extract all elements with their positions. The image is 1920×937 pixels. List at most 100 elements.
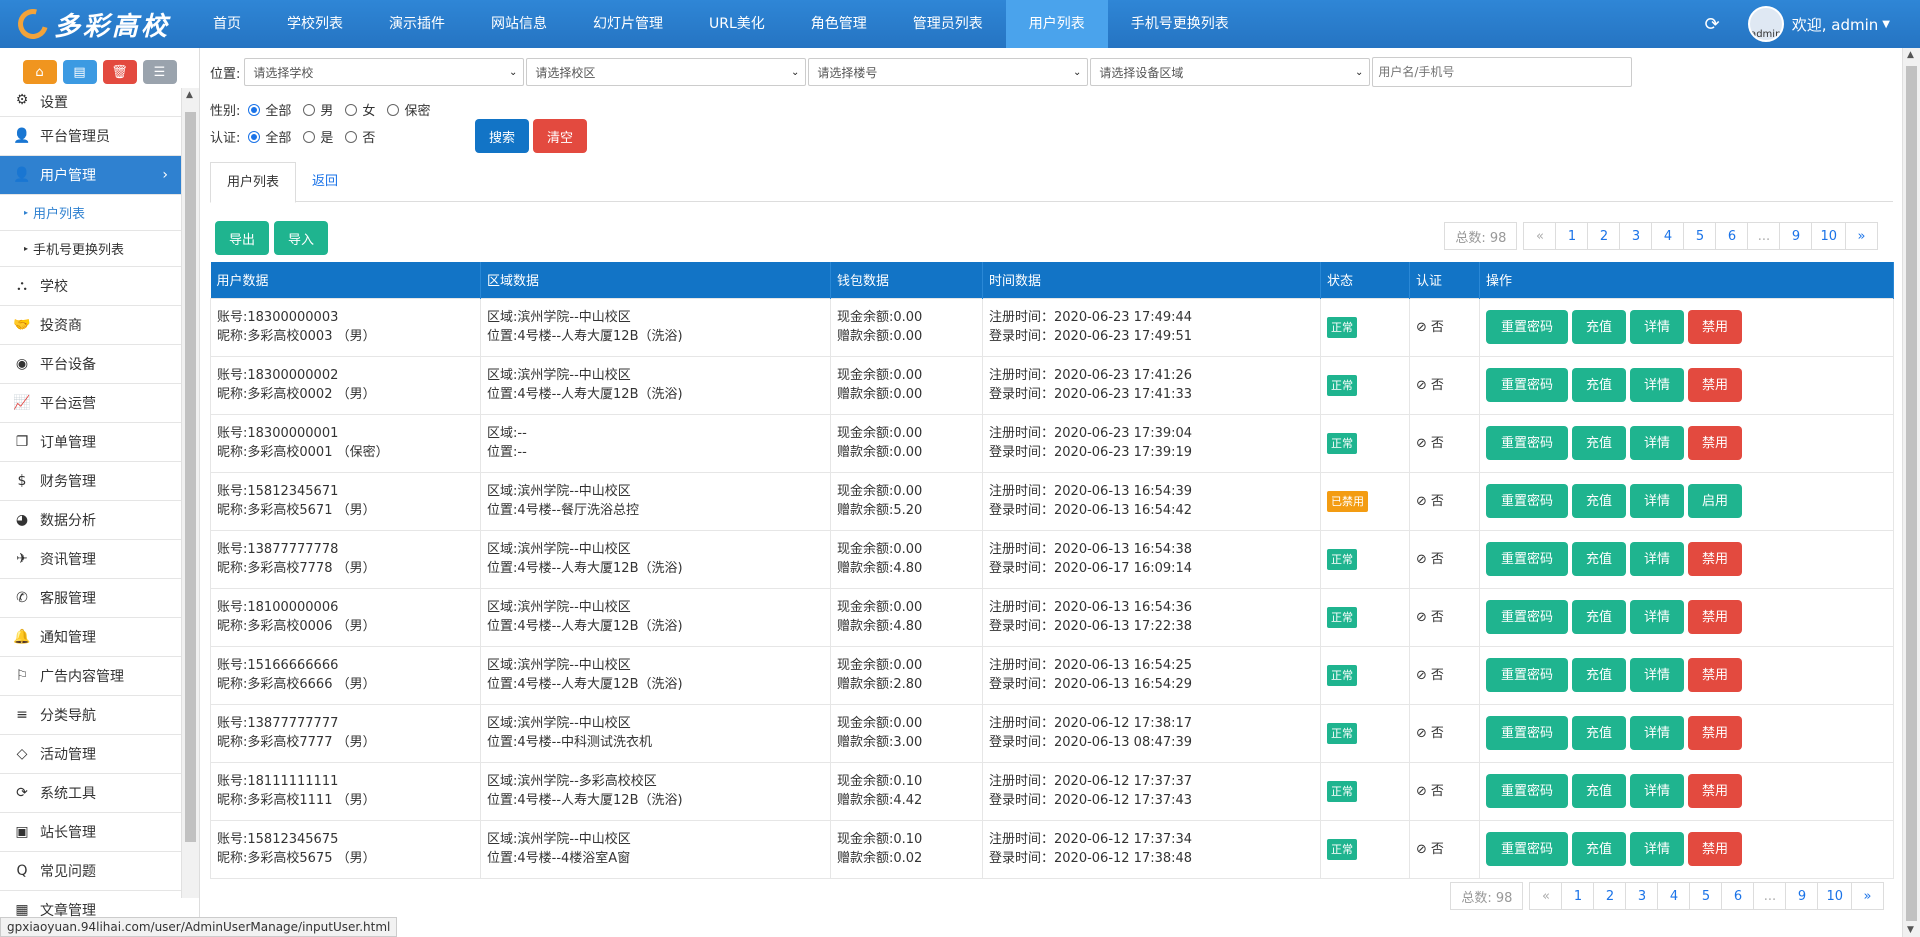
nav-item[interactable]: URL美化: [686, 0, 788, 48]
sidebar-item[interactable]: ▣ 站长管理: [0, 813, 182, 852]
search-input[interactable]: [1372, 57, 1633, 87]
sidebar-subitem[interactable]: ▸ 用户列表: [0, 195, 182, 231]
auth-option[interactable]: 全部: [248, 127, 291, 146]
scroll-up-icon[interactable]: ▲: [1907, 50, 1914, 60]
export-button[interactable]: 导出: [215, 221, 269, 255]
disable-button[interactable]: 禁用: [1688, 542, 1742, 576]
page-scrollbar[interactable]: ▲ ▼: [1902, 48, 1920, 937]
nav-item[interactable]: 学校列表: [264, 0, 366, 48]
page-prev[interactable]: «: [1529, 882, 1563, 910]
sidebar-item[interactable]: 👤 用户管理 ›: [0, 156, 182, 195]
search-button[interactable]: 搜索: [475, 119, 529, 153]
nav-item[interactable]: 首页: [190, 0, 264, 48]
sidebar-item[interactable]: ⚐ 广告内容管理: [0, 657, 182, 696]
welcome-text[interactable]: 欢迎, admin: [1792, 14, 1879, 35]
auth-option[interactable]: 是: [303, 127, 333, 146]
home-icon[interactable]: ⌂: [22, 60, 57, 84]
gender-option[interactable]: 男: [303, 100, 333, 119]
clear-button[interactable]: 清空: [533, 119, 587, 153]
sidebar-item[interactable]: ❐ 订单管理: [0, 423, 182, 462]
reset-password-button[interactable]: 重置密码: [1486, 484, 1568, 518]
disable-button[interactable]: 禁用: [1688, 774, 1742, 808]
reset-password-button[interactable]: 重置密码: [1486, 426, 1568, 460]
sidebar-scroll-thumb[interactable]: [185, 112, 196, 842]
campus-select[interactable]: 请选择校区 ⌄: [526, 58, 807, 86]
trash-icon[interactable]: 🗑: [102, 60, 137, 84]
sidebar-item[interactable]: 🔔 通知管理: [0, 618, 182, 657]
list-icon[interactable]: ☰: [142, 60, 177, 84]
detail-button[interactable]: 详情: [1630, 832, 1684, 866]
page-link[interactable]: 4: [1657, 882, 1691, 910]
recharge-button[interactable]: 充值: [1572, 484, 1626, 518]
page-link[interactable]: 3: [1619, 222, 1653, 250]
page-next[interactable]: »: [1851, 882, 1884, 910]
nav-item[interactable]: 网站信息: [468, 0, 570, 48]
sidebar-item[interactable]: 👤 平台管理员: [0, 117, 182, 156]
reset-password-button[interactable]: 重置密码: [1486, 368, 1568, 402]
detail-button[interactable]: 详情: [1630, 716, 1684, 750]
radio-button[interactable]: [345, 103, 358, 116]
gender-option[interactable]: 全部: [248, 100, 291, 119]
gender-option[interactable]: 保密: [387, 100, 430, 119]
building-select[interactable]: 请选择楼号 ⌄: [808, 58, 1089, 86]
disable-button[interactable]: 禁用: [1688, 426, 1742, 460]
nav-item[interactable]: 管理员列表: [890, 0, 1006, 48]
nav-item[interactable]: 演示插件: [366, 0, 468, 48]
nav-item[interactable]: 手机号更换列表: [1108, 0, 1252, 48]
import-button[interactable]: 导入: [274, 221, 328, 255]
detail-button[interactable]: 详情: [1630, 658, 1684, 692]
enable-button[interactable]: 启用: [1688, 484, 1742, 518]
auth-option[interactable]: 否: [345, 127, 375, 146]
reset-password-button[interactable]: 重置密码: [1486, 542, 1568, 576]
page-link[interactable]: 1: [1561, 882, 1595, 910]
sidebar-subitem[interactable]: ▸ 手机号更换列表: [0, 231, 182, 267]
disable-button[interactable]: 禁用: [1688, 600, 1742, 634]
reset-password-button[interactable]: 重置密码: [1486, 716, 1568, 750]
disable-button[interactable]: 禁用: [1688, 658, 1742, 692]
sidebar-item[interactable]: ⟳ 系统工具: [0, 774, 182, 813]
sidebar-item[interactable]: ◇ 活动管理: [0, 735, 182, 774]
recharge-button[interactable]: 充值: [1572, 600, 1626, 634]
file-icon[interactable]: ▤: [62, 60, 97, 84]
scroll-down-icon[interactable]: ▼: [1907, 925, 1914, 935]
avatar[interactable]: admin: [1747, 6, 1784, 42]
nav-item[interactable]: 角色管理: [788, 0, 890, 48]
scroll-up-icon[interactable]: ▲: [186, 90, 193, 100]
page-link[interactable]: 3: [1625, 882, 1659, 910]
page-link[interactable]: 2: [1593, 882, 1627, 910]
disable-button[interactable]: 禁用: [1688, 368, 1742, 402]
detail-button[interactable]: 详情: [1630, 484, 1684, 518]
sidebar-item[interactable]: ✆ 客服管理: [0, 579, 182, 618]
detail-button[interactable]: 详情: [1630, 600, 1684, 634]
recharge-button[interactable]: 充值: [1572, 832, 1626, 866]
page-link[interactable]: 10: [1817, 882, 1852, 910]
radio-button[interactable]: [345, 130, 358, 143]
reset-password-button[interactable]: 重置密码: [1486, 774, 1568, 808]
page-link[interactable]: 4: [1651, 222, 1685, 250]
caret-down-icon[interactable]: ▼: [1882, 19, 1890, 30]
radio-button[interactable]: [303, 103, 316, 116]
sidebar-scrollbar[interactable]: ▲: [181, 88, 199, 898]
detail-button[interactable]: 详情: [1630, 426, 1684, 460]
page-scroll-thumb[interactable]: [1906, 66, 1917, 921]
reset-password-button[interactable]: 重置密码: [1486, 658, 1568, 692]
logo[interactable]: 多彩高校: [0, 0, 190, 48]
tab-user-list[interactable]: 用户列表: [210, 162, 297, 203]
page-link[interactable]: 5: [1683, 222, 1717, 250]
page-link[interactable]: 9: [1779, 222, 1813, 250]
sidebar-item[interactable]: $ 财务管理: [0, 462, 182, 501]
radio-button[interactable]: [303, 130, 316, 143]
radio-button[interactable]: [248, 130, 261, 143]
disable-button[interactable]: 禁用: [1688, 716, 1742, 750]
detail-button[interactable]: 详情: [1630, 542, 1684, 576]
disable-button[interactable]: 禁用: [1688, 310, 1742, 344]
reset-password-button[interactable]: 重置密码: [1486, 600, 1568, 634]
sidebar-item[interactable]: ◕ 数据分析: [0, 501, 182, 540]
sidebar-item[interactable]: 🤝 投资商: [0, 306, 182, 345]
page-link[interactable]: 6: [1721, 882, 1755, 910]
reset-password-button[interactable]: 重置密码: [1486, 310, 1568, 344]
page-next[interactable]: »: [1845, 222, 1878, 250]
sidebar-item[interactable]: ≡ 分类导航: [0, 696, 182, 735]
sidebar-item[interactable]: ⛬ 学校: [0, 267, 182, 306]
sidebar-item[interactable]: Q 常见问题: [0, 852, 182, 891]
